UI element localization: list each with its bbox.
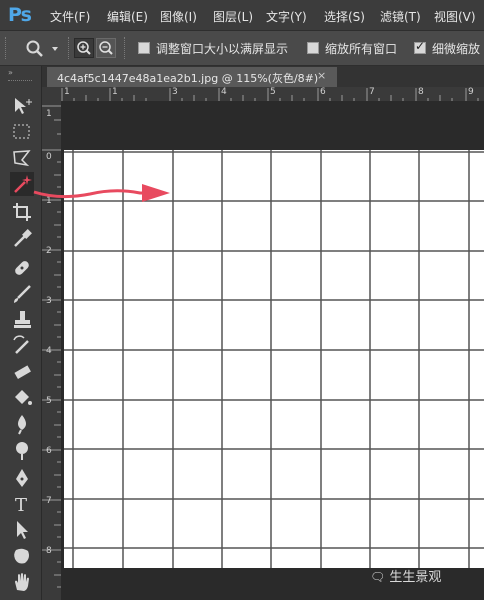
ruler-label: 8 <box>418 87 424 97</box>
ruler-label: 1 <box>112 87 118 97</box>
ruler-label: 0 <box>46 152 52 162</box>
ruler-label: 3 <box>172 87 178 97</box>
menu-filter[interactable]: 滤镜(T) <box>380 8 421 25</box>
document-tab[interactable]: 4c4af5c1447e48a1ea2b1.jpg @ 115%(灰色/8#) … <box>47 67 337 87</box>
resize-windows-checkbox[interactable] <box>138 42 150 54</box>
ruler-label: 7 <box>46 496 52 506</box>
vertical-ruler[interactable]: 1 0 1 2 3 4 5 6 7 8 <box>42 101 61 600</box>
type-tool-icon[interactable]: T <box>10 492 34 516</box>
menu-select[interactable]: 选择(S) <box>324 8 365 25</box>
photoshop-logo: Ps <box>8 4 32 26</box>
scrubby-zoom-checkbox[interactable] <box>414 39 426 54</box>
grid-image <box>64 150 484 568</box>
zoom-out-icon <box>99 41 113 55</box>
panel-collapse-icon[interactable]: » <box>8 68 13 77</box>
options-separator <box>68 37 71 59</box>
ruler-label: 5 <box>46 396 52 406</box>
scrubby-zoom-label: 细微缩放 <box>432 42 481 56</box>
options-bar: 调整窗口大小以满屏显示 缩放所有窗口 细微缩放 <box>0 30 484 66</box>
hand-tool-icon[interactable] <box>10 570 34 594</box>
zoom-out-button[interactable] <box>96 38 116 58</box>
lasso-tool-icon[interactable] <box>10 146 34 170</box>
options-separator <box>124 37 127 59</box>
zoom-all-windows-checkbox[interactable] <box>307 42 319 54</box>
ruler-label: 5 <box>270 87 276 97</box>
menu-layer[interactable]: 图层(L) <box>213 8 253 25</box>
wechat-icon: 🗨 <box>370 570 386 584</box>
zoom-in-button[interactable] <box>74 38 94 58</box>
zoom-in-icon <box>77 41 91 55</box>
resize-windows-label: 调整窗口大小以满屏显示 <box>156 42 289 56</box>
shape-tool-icon[interactable] <box>10 544 34 568</box>
svg-text:T: T <box>15 495 27 516</box>
tool-preset-picker[interactable] <box>24 39 64 59</box>
horizontal-ruler[interactable]: 1 1 3 4 5 6 7 8 9 <box>61 87 484 101</box>
brush-tool-icon[interactable] <box>10 282 34 306</box>
eyedropper-tool-icon[interactable] <box>10 226 34 250</box>
close-icon[interactable]: × <box>317 69 326 82</box>
ruler-label: 1 <box>46 109 52 119</box>
ruler-label: 6 <box>320 87 326 97</box>
tools-panel: » T <box>0 66 42 600</box>
zoom-tool-icon <box>26 40 58 57</box>
ruler-label: 4 <box>46 346 52 356</box>
menu-edit[interactable]: 编辑(E) <box>107 8 148 25</box>
watermark: 🗨 生生景观 <box>370 566 441 585</box>
ruler-origin[interactable] <box>42 87 61 101</box>
zoom-all-windows-label: 缩放所有窗口 <box>325 42 398 56</box>
eraser-tool-icon[interactable] <box>10 360 34 384</box>
annotation-arrow <box>33 184 170 202</box>
menu-file[interactable]: 文件(F) <box>50 8 90 25</box>
menu-bar: Ps 文件(F) 编辑(E) 图像(I) 图层(L) 文字(Y) 选择(S) 滤… <box>0 0 484 30</box>
options-grip[interactable] <box>5 37 8 59</box>
ruler-label: 4 <box>221 87 227 97</box>
clone-stamp-tool-icon[interactable] <box>10 308 34 332</box>
history-brush-tool-icon[interactable] <box>10 334 34 358</box>
healing-brush-tool-icon[interactable] <box>10 256 34 280</box>
watermark-text: 生生景观 <box>389 570 442 585</box>
menu-image[interactable]: 图像(I) <box>160 8 197 25</box>
ruler-label: 3 <box>46 296 52 306</box>
ruler-label: 6 <box>46 446 52 456</box>
ruler-label: 2 <box>46 246 52 256</box>
menu-type[interactable]: 文字(Y) <box>266 8 307 25</box>
document-canvas[interactable] <box>64 150 484 568</box>
path-selection-tool-icon[interactable] <box>10 518 34 542</box>
menu-view[interactable]: 视图(V) <box>434 8 476 25</box>
toolbar-grip[interactable] <box>8 80 32 83</box>
ruler-label: 8 <box>46 546 52 556</box>
dodge-tool-icon[interactable] <box>10 438 34 462</box>
blur-tool-icon[interactable] <box>10 412 34 436</box>
paint-bucket-tool-icon[interactable] <box>10 386 34 410</box>
marquee-tool-icon[interactable] <box>10 120 34 144</box>
ruler-label: 1 <box>64 87 70 97</box>
pen-tool-icon[interactable] <box>10 466 34 490</box>
document-tab-title: 4c4af5c1447e48a1ea2b1.jpg @ 115%(灰色/8#) <box>57 72 319 85</box>
move-tool-icon[interactable] <box>10 94 34 118</box>
ruler-label: 9 <box>468 87 474 97</box>
ruler-label: 7 <box>369 87 375 97</box>
